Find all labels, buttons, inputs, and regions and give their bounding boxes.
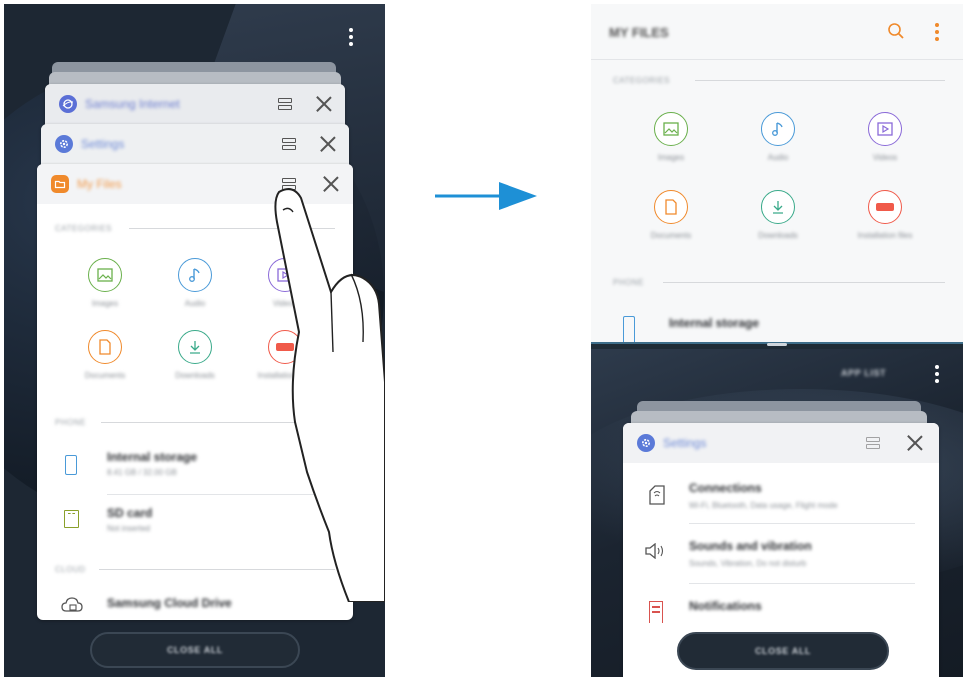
image-icon xyxy=(88,258,122,292)
document-icon xyxy=(88,330,122,364)
settings-row-title: Sounds and vibration xyxy=(689,539,812,553)
phone-icon xyxy=(65,455,77,475)
document-icon xyxy=(654,190,688,224)
storage-title: Internal storage xyxy=(669,316,760,330)
tap-hand-icon xyxy=(274,188,385,602)
close-icon[interactable] xyxy=(316,96,332,112)
category-downloads[interactable]: Downloads xyxy=(155,330,235,380)
bottom-window-recent-apps: APP LIST Settings Connections Wi-Fi, Blu… xyxy=(591,349,963,677)
speaker-icon xyxy=(645,542,667,564)
close-all-button[interactable]: CLOSE ALL xyxy=(90,632,300,668)
divider xyxy=(663,282,945,283)
more-options-icon[interactable] xyxy=(348,26,354,48)
close-icon[interactable] xyxy=(320,136,336,152)
settings-row-subtitle: Sounds, Vibration, Do not disturb xyxy=(689,559,807,568)
divider xyxy=(689,583,915,584)
video-icon xyxy=(868,112,902,146)
category-label: Documents xyxy=(84,371,126,380)
app-list-button[interactable]: APP LIST xyxy=(841,368,886,378)
split-divider-handle[interactable] xyxy=(767,343,787,346)
folder-icon xyxy=(51,175,69,193)
split-screen-icon[interactable] xyxy=(278,98,292,111)
section-categories-label: CATEGORIES xyxy=(55,224,112,233)
app-name: Samsung Internet xyxy=(85,97,180,111)
category-documents[interactable]: Documents xyxy=(65,330,145,380)
internet-icon xyxy=(59,95,77,113)
category-videos[interactable]: Videos xyxy=(845,112,925,162)
category-label: Audio xyxy=(767,153,789,162)
category-label: Documents xyxy=(650,231,692,240)
divider xyxy=(689,523,915,524)
section-phone-label: PHONE xyxy=(613,278,644,287)
storage-subtitle: Not inserted xyxy=(107,524,151,533)
close-all-label: CLOSE ALL xyxy=(166,645,224,655)
more-options-icon[interactable] xyxy=(934,21,940,43)
app-name: My Files xyxy=(77,177,122,191)
arrow-right-icon xyxy=(435,182,537,210)
category-images[interactable]: Images xyxy=(65,258,145,308)
close-icon[interactable] xyxy=(907,435,923,451)
tutorial-stage: Samsung Internet Settings My Files CATEG… xyxy=(0,0,964,677)
category-audio[interactable]: Audio xyxy=(738,112,818,162)
image-icon xyxy=(654,112,688,146)
storage-title: Internal storage xyxy=(107,450,198,464)
category-label: Images xyxy=(91,299,119,308)
split-screen-view: MY FILES CATEGORIES Images Audio Videos … xyxy=(591,4,963,677)
category-label: Installation files xyxy=(857,231,913,240)
category-images[interactable]: Images xyxy=(631,112,711,162)
split-screen-icon[interactable] xyxy=(282,138,296,151)
category-label: Downloads xyxy=(758,231,798,240)
section-categories-label: CATEGORIES xyxy=(613,76,670,85)
category-downloads[interactable]: Downloads xyxy=(738,190,818,240)
notifications-icon xyxy=(649,601,663,623)
download-icon xyxy=(761,190,795,224)
settings-row-title: Connections xyxy=(689,481,762,495)
settings-gear-icon xyxy=(637,434,655,452)
connections-icon xyxy=(649,485,665,510)
category-installation-files[interactable]: Installation files xyxy=(845,190,925,240)
settings-gear-icon xyxy=(55,135,73,153)
divider xyxy=(695,80,945,81)
cloud-icon xyxy=(61,596,83,619)
section-cloud-label: CLOUD xyxy=(55,565,86,574)
music-note-icon xyxy=(178,258,212,292)
category-documents[interactable]: Documents xyxy=(631,190,711,240)
phone-icon xyxy=(623,316,635,342)
settings-row-subtitle: Wi-Fi, Bluetooth, Data usage, Flight mod… xyxy=(689,501,838,510)
close-all-label: CLOSE ALL xyxy=(754,646,812,656)
storage-title: SD card xyxy=(107,506,153,520)
split-screen-icon xyxy=(866,437,880,450)
music-note-icon xyxy=(761,112,795,146)
recent-apps-screen: Samsung Internet Settings My Files CATEG… xyxy=(4,4,385,677)
storage-subtitle: 8.41 GB / 32.00 GB xyxy=(107,468,177,477)
category-label: Images xyxy=(657,153,685,162)
category-label: Audio xyxy=(184,299,206,308)
download-icon xyxy=(178,330,212,364)
category-label: Videos xyxy=(872,153,898,162)
search-icon[interactable] xyxy=(887,22,905,45)
app-name: Settings xyxy=(81,137,125,151)
sd-card-icon xyxy=(64,510,79,528)
cloud-title: Samsung Cloud Drive xyxy=(107,596,232,610)
category-label: Downloads xyxy=(175,371,215,380)
app-name: Settings xyxy=(663,436,707,450)
top-window-my-files[interactable]: MY FILES CATEGORIES Images Audio Videos … xyxy=(591,4,963,342)
page-title: MY FILES xyxy=(609,25,669,40)
category-audio[interactable]: Audio xyxy=(155,258,235,308)
section-phone-label: PHONE xyxy=(55,418,86,427)
apk-icon xyxy=(868,190,902,224)
close-all-button[interactable]: CLOSE ALL xyxy=(677,632,889,670)
more-options-icon[interactable] xyxy=(934,363,940,385)
settings-row-title: Notifications xyxy=(689,599,762,613)
